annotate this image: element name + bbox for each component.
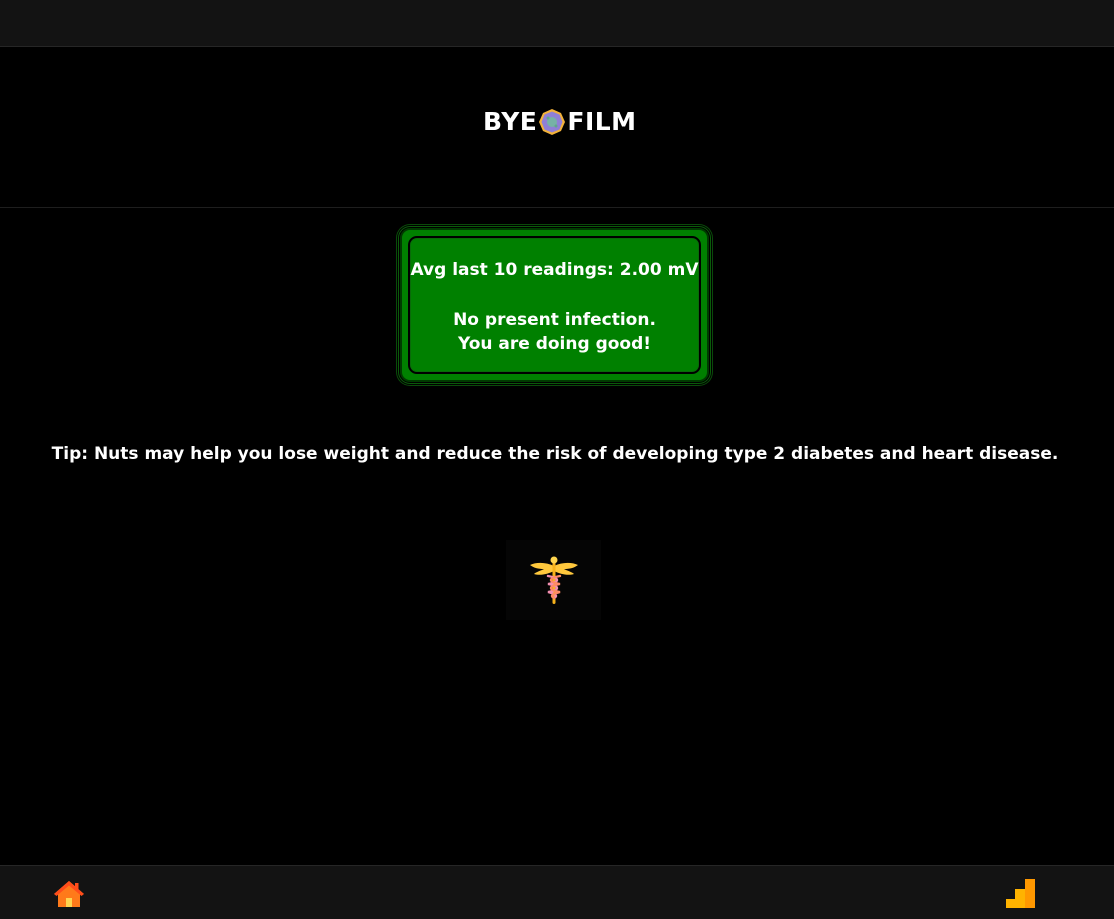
caduceus-icon (506, 540, 601, 620)
logo-text-left: BYE (483, 107, 538, 136)
top-bar (0, 0, 1114, 47)
stats-icon[interactable] (1004, 877, 1036, 909)
bottom-nav (0, 865, 1114, 919)
status-message: No present infection. You are doing good… (402, 308, 707, 356)
header: BYE FILM (0, 47, 1114, 208)
health-tip: Tip: Nuts may help you lose weight and r… (51, 444, 1059, 464)
status-message-line2: You are doing good! (457, 334, 652, 354)
average-reading: Avg last 10 readings: 2.00 mV (410, 260, 699, 280)
home-icon[interactable] (52, 879, 86, 909)
bacteria-icon (538, 108, 566, 136)
status-card: Avg last 10 readings: 2.00 mV No present… (400, 228, 709, 382)
status-message-line1: No present infection. (453, 310, 656, 330)
logo-text-right: FILM (567, 107, 637, 136)
app-logo: BYE FILM (483, 107, 636, 137)
